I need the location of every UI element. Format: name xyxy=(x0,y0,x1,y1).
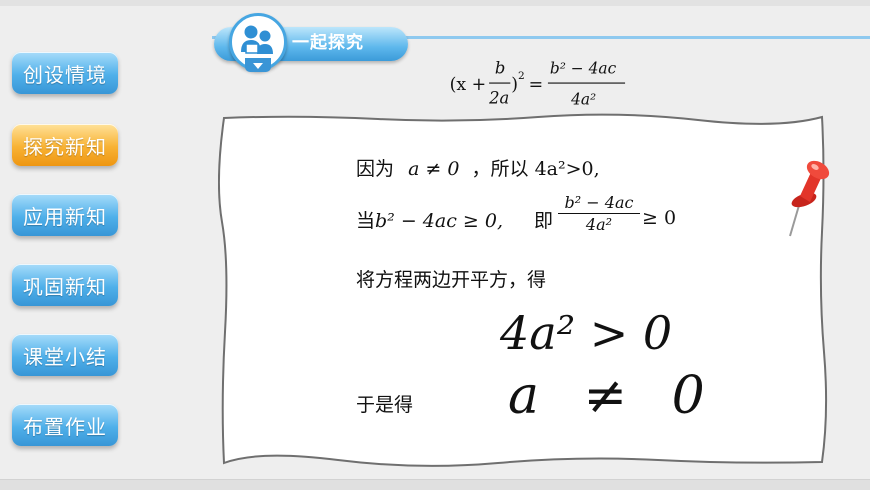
formula-b: b xyxy=(495,58,505,77)
nav-item-apply-new[interactable]: 应用新知 xyxy=(12,194,118,236)
formula-rhs-num: b² − 4ac xyxy=(550,59,617,77)
formula-equals: = xyxy=(529,75,544,95)
line1-mid: ，所以 xyxy=(471,158,529,180)
line2-prefix: 当 xyxy=(356,210,376,232)
quadratic-formula: (x + b 2a ) 2 = b² − 4ac 4a² xyxy=(450,58,626,108)
nav-item-consolidate[interactable]: 巩固新知 xyxy=(12,264,118,306)
nav-item-create-situation[interactable]: 创设情境 xyxy=(12,52,118,94)
big-expression-1: 4a² > 0 xyxy=(500,306,673,360)
top-stripe xyxy=(0,0,870,6)
formula-exp: 2 xyxy=(518,70,525,82)
line2-math: b² − 4ac ≥ 0, xyxy=(375,210,503,232)
line2-then: 即 xyxy=(534,210,554,232)
badge-tab xyxy=(245,58,271,72)
content-line-1: 因为 a ≠ 0 ，所以 4a²>0, xyxy=(356,154,600,181)
content-line-2: 当b² − 4ac ≥ 0, xyxy=(356,206,503,233)
line2-frac-num: b² − 4ac xyxy=(564,193,634,212)
content-line-5: 于是得 xyxy=(356,394,414,416)
bottom-stripe xyxy=(0,479,870,490)
formula-left-open: (x + xyxy=(450,75,487,95)
formula-left-close: ) xyxy=(511,75,518,95)
line1-math: a ≠ 0 xyxy=(408,158,460,180)
line1-math2: 4a²>0, xyxy=(534,158,600,180)
nav-item-homework[interactable]: 布置作业 xyxy=(12,404,118,446)
nav-item-explore-new[interactable]: 探究新知 xyxy=(12,124,118,166)
line2-frac-bar xyxy=(558,213,640,214)
chevron-down-icon xyxy=(253,63,263,69)
line2-frac-den: 4a² xyxy=(585,215,613,234)
formula-rhs-den: 4a² xyxy=(570,90,596,108)
content-line-3: 将方程两边开平方，得 xyxy=(356,269,547,291)
big-expression-2: a ≠ 0 xyxy=(508,366,719,426)
pushpin-icon xyxy=(789,160,830,237)
nav-item-summary[interactable]: 课堂小结 xyxy=(12,334,118,376)
line2-frac: b² − 4ac 4a² xyxy=(558,193,640,234)
line1-prefix: 因为 xyxy=(356,158,395,180)
line2-tail: ≥ 0 xyxy=(642,207,677,229)
section-title: 一起探究 xyxy=(292,33,364,53)
formula-2a: 2a xyxy=(488,88,509,107)
